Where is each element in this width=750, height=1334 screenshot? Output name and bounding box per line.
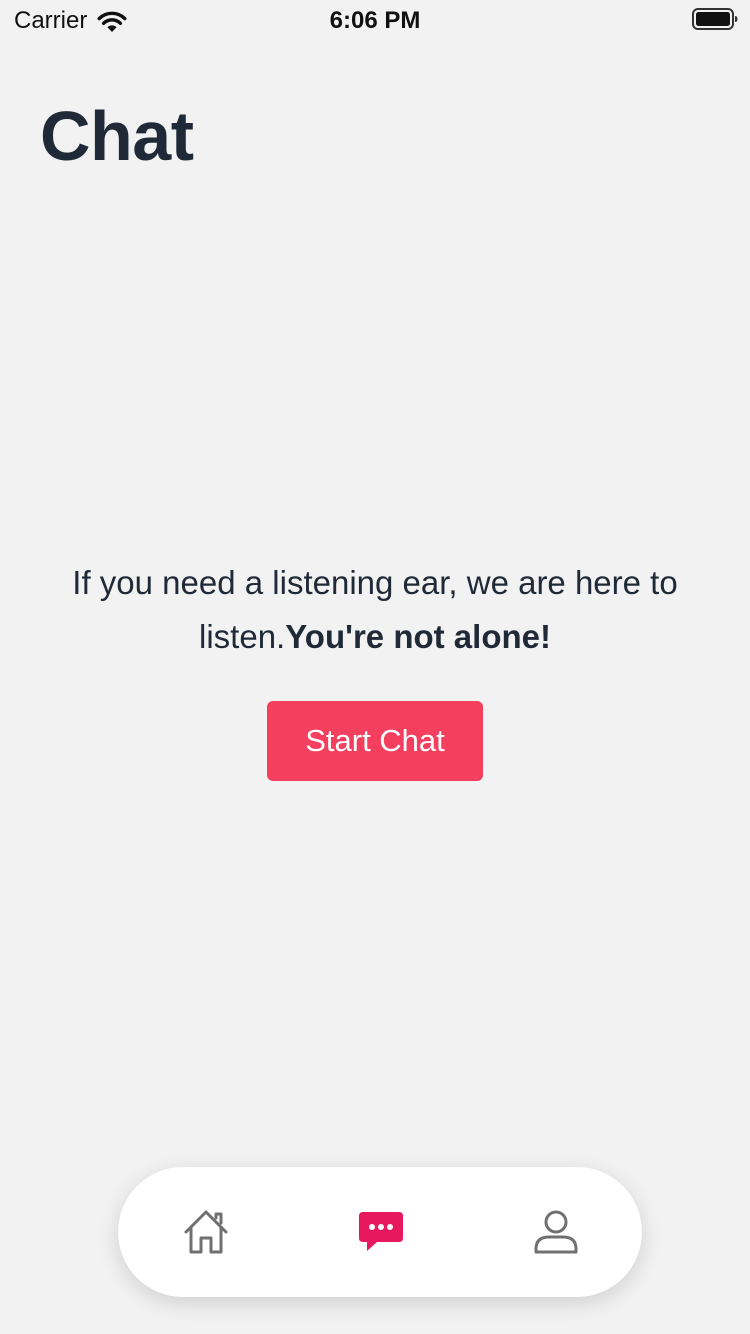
nav-item-profile[interactable] xyxy=(496,1167,616,1297)
start-chat-button[interactable]: Start Chat xyxy=(267,701,483,781)
nav-item-home[interactable] xyxy=(146,1167,266,1297)
page-title: Chat xyxy=(40,97,194,175)
battery-icon xyxy=(692,8,738,30)
user-icon xyxy=(534,1210,578,1254)
status-time: 6:06 PM xyxy=(329,7,421,34)
nav-item-chat[interactable] xyxy=(321,1167,441,1297)
support-message-emphasis: You're not alone! xyxy=(285,618,551,655)
support-message: If you need a listening ear, we are here… xyxy=(60,556,690,664)
status-bar: Carrier 6:06 PM xyxy=(0,0,750,40)
home-icon xyxy=(184,1210,228,1254)
chat-bubble-icon xyxy=(359,1212,403,1251)
bottom-nav xyxy=(118,1167,642,1297)
